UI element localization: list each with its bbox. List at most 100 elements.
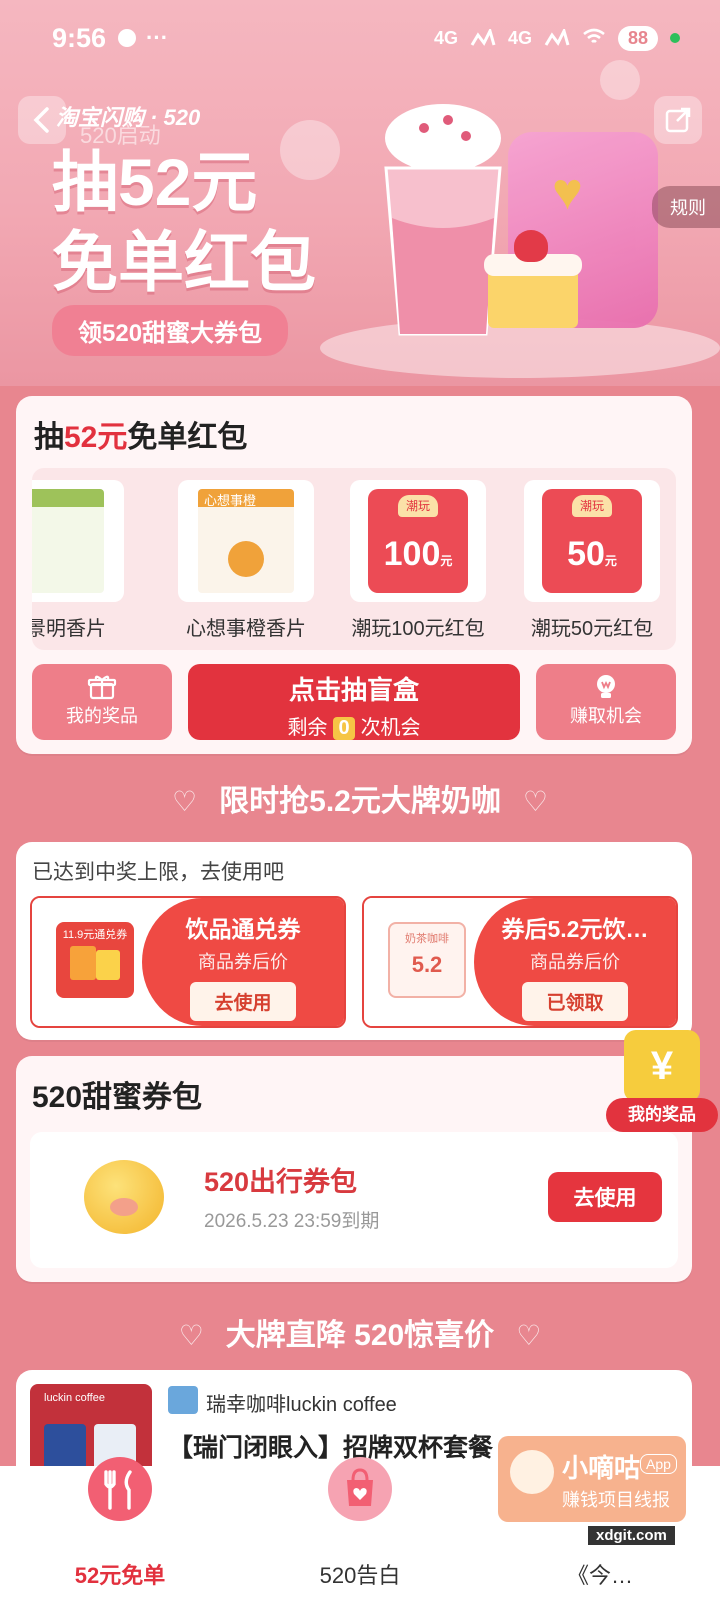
signal-icon [544, 29, 570, 46]
voucher-image: 奶茶咖啡 5.2 [388, 922, 466, 998]
title-suffix: 免单红包 [127, 421, 248, 454]
coupon-info: 券后5.2元饮… 商品券后价 已领取 [474, 898, 676, 1026]
red-packet-image: 潮玩 100元 [368, 489, 468, 593]
share-icon [665, 107, 691, 133]
watermark-app-tag: App [640, 1454, 677, 1474]
heart-icon: ♡ [522, 786, 548, 817]
draw-blind-box-button[interactable]: 点击抽盲盒 剩余 0 次机会 [188, 664, 520, 740]
privacy-dot-icon [670, 33, 680, 43]
coupon-info: 饮品通兑券 商品券后价 去使用 [142, 898, 344, 1026]
my-prizes-button[interactable]: 我的奖品 [32, 664, 172, 740]
prize-name: 潮玩50元红包 [530, 618, 654, 640]
watermark-badge: 小嘀咕 App 赚钱项目线报 [498, 1436, 686, 1522]
cake-image [484, 230, 582, 328]
coupon-image-area: 11.9元通兑券 [32, 898, 152, 1026]
gift-icon [87, 675, 117, 700]
product-image-brand: luckin coffee [44, 1392, 105, 1404]
section-header-coffee: ♡ 限时抢5.2元大牌奶咖 ♡ [0, 776, 720, 820]
prize-name: 日景明香片 [32, 618, 106, 640]
status-bar: 9:56 ··· 4G 4G 88 [0, 0, 720, 76]
battery-indicator: 88 [617, 25, 658, 51]
wifi-icon [583, 28, 605, 43]
coupon-pack-card: 520甜蜜券包 520出行券包 2026.5.23 23:59到期 去使用 [16, 1056, 692, 1282]
signal-label-2: 4G [507, 27, 532, 48]
bag-heart-icon [328, 1457, 392, 1521]
coffee-deal-card: 已达到中奖上限，去使用吧 11.9元通兑券 饮品通兑券 商品券后价 去使用 奶茶… [16, 842, 692, 1040]
shop-name[interactable]: 瑞幸咖啡luckin coffee [206, 1388, 397, 1417]
floating-prizes-label: 我的奖品 [606, 1098, 718, 1132]
remaining-count: 0 [333, 717, 355, 740]
limit-reached-message: 已达到中奖上限，去使用吧 [32, 861, 284, 884]
prize-name: 心想事橙香片 [186, 618, 306, 640]
floating-my-prizes-button[interactable]: ¥ 我的奖品 [606, 1026, 720, 1136]
draw-actions: 我的奖品 点击抽盲盒 剩余 0 次机会 赚取机会 [32, 664, 676, 740]
red-packet-tag: 潮玩 [572, 495, 612, 517]
section-header-brands: ♡ 大牌直降 520惊喜价 ♡ [0, 1310, 720, 1354]
use-pack-button[interactable]: 去使用 [548, 1172, 662, 1222]
coupon-title: 饮品通兑券 [185, 916, 301, 942]
share-button[interactable] [654, 96, 702, 144]
tab-free-order[interactable]: 52元免单 [0, 1457, 240, 1600]
heart-icon: ♥ [552, 163, 583, 221]
signal-label-1: 4G [433, 27, 458, 48]
voucher-price: 5.2 [411, 952, 443, 977]
earn-chances-label: 赚取机会 [570, 706, 642, 726]
tab-confession[interactable]: 520告白 [240, 1457, 480, 1600]
watermark-url: xdgit.com [588, 1526, 675, 1545]
yen-icon: ¥ [624, 1030, 700, 1102]
hero-title-line2: 免单红包 [52, 225, 316, 299]
prize-item[interactable]: 潮玩 100元 潮玩100元红包 [350, 480, 486, 641]
fork-spoon-icon [88, 1457, 152, 1521]
postcard-image [32, 489, 104, 593]
hero-title-line1: 抽52元 [52, 145, 258, 219]
remaining-suffix: 次机会 [360, 717, 421, 739]
red-packet-amount: 100元 [368, 535, 468, 574]
cup-icon [70, 946, 96, 980]
amount-unit: 元 [440, 554, 453, 568]
cup-icon [96, 950, 120, 980]
coupon-title: 券后5.2元饮… [501, 916, 649, 942]
tab-label: 520告白 [319, 1563, 401, 1588]
shop-logo [168, 1386, 198, 1414]
section-title: 限时抢5.2元大牌奶咖 [219, 785, 501, 818]
use-coupon-button[interactable]: 去使用 [190, 982, 296, 1021]
prize-carousel[interactable]: 日景明香片 心想事橙 心想事橙香片 潮玩 100元 潮玩100元红包 潮玩 50… [32, 468, 676, 650]
red-packet-image: 潮玩 50元 [542, 489, 642, 593]
prize-item[interactable]: 心想事橙 心想事橙香片 [178, 480, 314, 641]
postcard-label: 心想事橙 [204, 493, 257, 508]
product-title[interactable]: 【瑞门闭眼入】招牌双杯套餐 [168, 1428, 493, 1464]
coupon-pack-pill[interactable]: 领520甜蜜大券包 [52, 305, 289, 356]
watermark-name: 小嘀咕 [562, 1453, 641, 1483]
prize-item[interactable]: 日景明香片 [32, 480, 124, 641]
amount-value: 100 [383, 535, 441, 573]
rules-button[interactable]: 规则 [652, 186, 720, 228]
app-notification-icon [118, 29, 137, 47]
prize-name: 潮玩100元红包 [351, 618, 485, 640]
watermark-slogan: 赚钱项目线报 [562, 1490, 670, 1510]
title-amount: 52元 [64, 421, 128, 454]
remaining-prefix: 剩余 [287, 717, 328, 739]
lightbulb-icon [597, 675, 615, 698]
heart-icon: ♡ [516, 1320, 542, 1351]
tab-label: 《今… [566, 1563, 633, 1588]
remaining-chances: 剩余 0 次机会 [188, 711, 520, 740]
title-prefix: 抽 [34, 421, 64, 454]
draw-button-label: 点击抽盲盒 [288, 675, 419, 705]
coupon-pack-title: 520甜蜜券包 [32, 1081, 203, 1114]
claimed-button[interactable]: 已领取 [522, 982, 628, 1021]
heart-icon: ♡ [172, 786, 198, 817]
coupon-card[interactable]: 11.9元通兑券 饮品通兑券 商品券后价 去使用 [30, 896, 346, 1028]
back-button[interactable] [18, 96, 66, 144]
red-packet-amount: 50元 [542, 535, 642, 574]
voucher-image: 11.9元通兑券 [56, 922, 134, 998]
earn-chances-button[interactable]: 赚取机会 [536, 664, 676, 740]
blind-box-card: 抽52元免单红包 日景明香片 心想事橙 心想事橙香片 潮玩 100元 潮玩100… [16, 396, 692, 754]
back-arrow-icon [33, 107, 49, 133]
mascot-logo [510, 1450, 554, 1494]
coupon-pack-item[interactable]: 520出行券包 2026.5.23 23:59到期 去使用 [30, 1132, 678, 1268]
piggy-icon [84, 1160, 164, 1234]
prize-item[interactable]: 潮玩 50元 潮玩50元红包 [524, 480, 660, 641]
hero-title: 抽52元 免单红包 [52, 142, 316, 302]
voucher-label: 11.9元通兑券 [62, 929, 128, 941]
coupon-card[interactable]: 奶茶咖啡 5.2 券后5.2元饮… 商品券后价 已领取 [362, 896, 678, 1028]
